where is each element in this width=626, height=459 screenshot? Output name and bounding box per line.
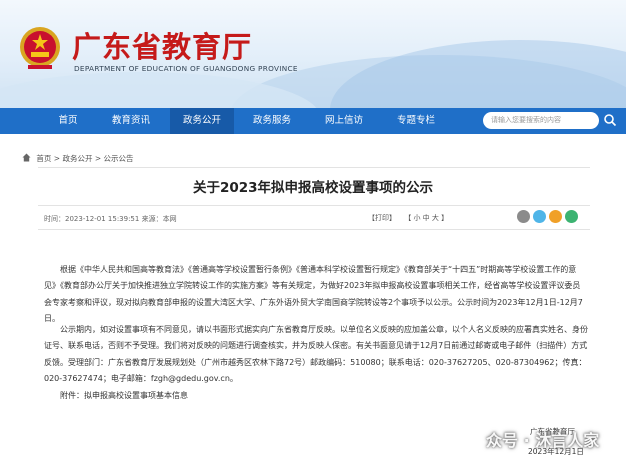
divider: [38, 229, 590, 230]
article-meta: 时间：2023-12-01 15:39:51 来源：本网: [44, 215, 177, 223]
nav-item-petition[interactable]: 网上信访: [312, 108, 376, 134]
home-icon: [22, 153, 31, 162]
breadcrumb: 首页 > 政务公开 > 公示公告: [22, 153, 134, 164]
site-title[interactable]: 广东省教育厅: [72, 24, 252, 66]
nav-item-home[interactable]: 首页: [40, 108, 96, 134]
breadcrumb-separator: >: [51, 154, 63, 163]
watermark: 众号 · 沐言人家: [486, 431, 600, 450]
article-tools: 【打印】 【 小 中 大 】: [368, 213, 454, 223]
article-paragraph: 根据《中华人民共和国高等教育法》《普通高等学校设置暂行条例》《普通本科学校设置暂…: [44, 265, 583, 323]
site-title-en: DEPARTMENT OF EDUCATION OF GUANGDONG PRO…: [74, 64, 298, 73]
share-qq-icon[interactable]: [533, 210, 546, 223]
search-input[interactable]: 请输入您要搜索的内容: [483, 112, 599, 129]
breadcrumb-home[interactable]: 首页: [36, 154, 51, 163]
share-weibo-icon[interactable]: [517, 210, 530, 223]
breadcrumb-notices[interactable]: 公示公告: [104, 154, 134, 163]
nav-item-services[interactable]: 政务服务: [240, 108, 304, 134]
print-button[interactable]: 【打印】: [368, 214, 396, 222]
divider: [38, 205, 590, 206]
site-header: 广东省教育厅 DEPARTMENT OF EDUCATION OF GUANGD…: [0, 0, 626, 108]
article-title: 关于2023年拟申报高校设置事项的公示: [192, 180, 434, 196]
share-qzone-icon[interactable]: [549, 210, 562, 223]
divider: [38, 167, 590, 168]
search-icon[interactable]: [603, 113, 617, 127]
emblem-icon: [20, 27, 60, 69]
nav-item-topics[interactable]: 专题专栏: [384, 108, 448, 134]
article-paragraph: 公示期内，如对设置事项有不同意见，请以书面形式据实向广东省教育厅反映。以单位名义…: [44, 325, 588, 383]
breadcrumb-gov-open[interactable]: 政务公开: [62, 154, 92, 163]
breadcrumb-separator: >: [92, 154, 104, 163]
share-wechat-icon[interactable]: [565, 210, 578, 223]
nav-item-gov-open[interactable]: 政务公开: [170, 108, 234, 134]
article-attachment[interactable]: 附件：拟申报高校设置事项基本信息: [44, 388, 588, 404]
font-size-selector[interactable]: 【 小 中 大 】: [404, 214, 448, 222]
nav-item-news[interactable]: 教育资讯: [100, 108, 162, 134]
